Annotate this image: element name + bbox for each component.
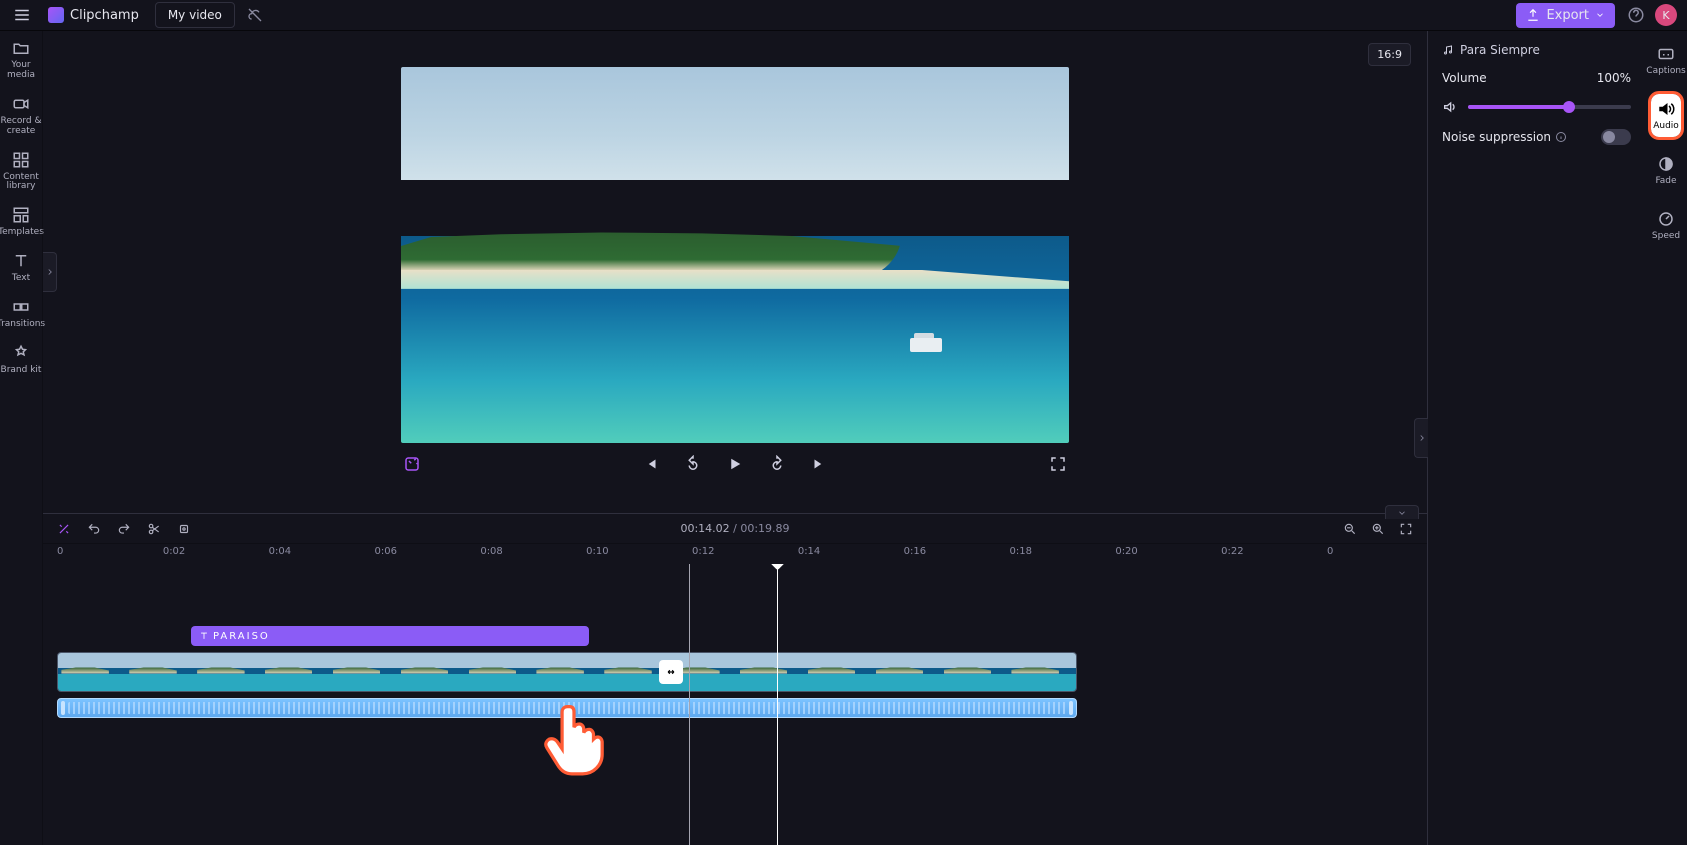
export-button[interactable]: Export (1516, 3, 1615, 28)
project-title-tab[interactable]: My video (155, 2, 235, 28)
skip-back-button[interactable] (642, 455, 660, 473)
info-icon[interactable] (1555, 131, 1567, 143)
collapse-right-panel-button[interactable] (1414, 418, 1428, 458)
ruler-tick: 0:22 (1221, 546, 1243, 557)
brand-label: Clipchamp (70, 8, 139, 23)
ruler-tick: 0:20 (1115, 546, 1137, 557)
text-clip[interactable]: PARAISO (191, 626, 589, 646)
boat-graphic (910, 338, 942, 352)
noise-suppression-toggle[interactable] (1601, 129, 1631, 145)
hover-scrub-line (689, 564, 690, 845)
nav-your-media[interactable]: Your media (0, 39, 42, 81)
speed-icon (1657, 210, 1675, 228)
brand: Clipchamp (44, 7, 147, 23)
rightnav-captions[interactable]: Captions (1644, 39, 1687, 82)
ruler-tick: 0:10 (586, 546, 608, 557)
nav-templates[interactable]: Templates (0, 206, 44, 238)
nav-brand-kit[interactable]: Brand kit (1, 344, 42, 376)
aspect-ratio-chip[interactable]: 16:9 (1368, 43, 1411, 66)
fade-icon (1657, 155, 1675, 173)
nav-record-create[interactable]: Record & create (0, 95, 42, 137)
fit-button[interactable] (1399, 522, 1413, 536)
nav-text[interactable]: Text (12, 252, 30, 284)
export-label: Export (1546, 8, 1589, 23)
timeline-timecode: 00:14.02 / 00:19.89 (680, 522, 789, 535)
magic-button[interactable] (57, 522, 71, 536)
transition-badge[interactable] (659, 660, 683, 684)
playhead[interactable] (777, 564, 778, 845)
video-preview[interactable] (401, 67, 1069, 443)
seek-back-button[interactable] (684, 455, 702, 473)
volume-icon (1442, 99, 1458, 115)
help-button[interactable] (1625, 4, 1647, 26)
undo-button[interactable] (87, 522, 101, 536)
rightnav-audio[interactable]: Audio (1651, 94, 1681, 137)
folder-icon (12, 39, 30, 57)
ruler-tick: 0:06 (375, 546, 397, 557)
ruler-tick: 0:02 (163, 546, 185, 557)
zoom-in-button[interactable] (1371, 522, 1385, 536)
ruler-tick: 0 (57, 546, 63, 557)
clipchamp-logo-icon (48, 7, 64, 23)
rightnav-speed[interactable]: Speed (1650, 204, 1682, 247)
crop-button[interactable] (177, 522, 191, 536)
menu-button[interactable] (0, 6, 44, 24)
ruler-tick: 0:12 (692, 546, 714, 557)
expand-left-panel-button[interactable] (43, 252, 57, 292)
fullscreen-button[interactable] (1049, 455, 1067, 473)
video-clip[interactable] (57, 652, 1077, 692)
ruler-tick: 0 (1327, 546, 1333, 557)
avatar[interactable]: K (1655, 4, 1677, 26)
split-button[interactable] (147, 522, 161, 536)
chevron-down-icon (1595, 10, 1605, 20)
seek-forward-button[interactable] (768, 455, 786, 473)
text-icon (199, 631, 209, 641)
auto-compose-button[interactable] (403, 455, 421, 473)
rightnav-fade[interactable]: Fade (1653, 149, 1678, 192)
timeline-ruler[interactable]: 0 0:02 0:04 0:06 0:08 0:10 0:12 0:14 0:16 0:18 0:2… (57, 544, 1413, 564)
ruler-tick: 0:18 (1010, 546, 1032, 557)
nav-content-library[interactable]: Content library (0, 151, 42, 193)
zoom-out-button[interactable] (1343, 522, 1357, 536)
play-button[interactable] (726, 455, 744, 473)
ruler-tick: 0:04 (269, 546, 291, 557)
ruler-tick: 0:14 (798, 546, 820, 557)
ruler-tick: 0:08 (480, 546, 502, 557)
chevron-right-icon (1417, 433, 1427, 443)
volume-value: 100% (1597, 71, 1631, 85)
chevron-right-icon (45, 267, 55, 277)
templates-icon (12, 206, 30, 224)
noise-suppression-label: Noise suppression (1442, 130, 1551, 144)
redo-button[interactable] (117, 522, 131, 536)
volume-slider[interactable] (1468, 105, 1631, 109)
volume-label: Volume (1442, 71, 1487, 85)
audio-icon (1657, 100, 1675, 118)
timeline-tracks[interactable]: PARAISO (57, 564, 1413, 845)
camera-icon (12, 95, 30, 113)
library-icon (12, 151, 30, 169)
skip-forward-button[interactable] (810, 455, 828, 473)
nav-transitions[interactable]: Transitions (0, 298, 45, 330)
selected-track-name: Para Siempre (1442, 43, 1631, 57)
music-note-icon (1442, 44, 1454, 56)
audio-clip[interactable] (57, 698, 1077, 718)
text-icon (12, 252, 30, 270)
cloud-off-icon (247, 7, 263, 23)
brand-kit-icon (12, 344, 30, 362)
ruler-tick: 0:16 (904, 546, 926, 557)
captions-icon (1657, 45, 1675, 63)
transitions-icon (12, 298, 30, 316)
